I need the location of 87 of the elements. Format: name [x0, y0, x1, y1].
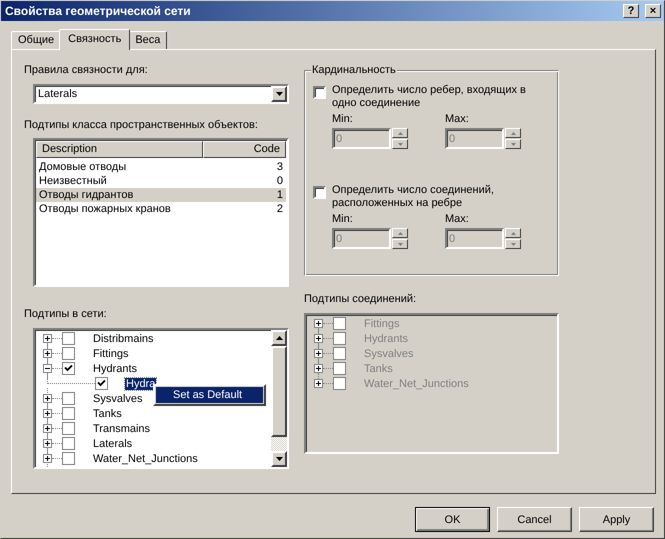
- tab[interactable]: Связность: [59, 29, 130, 50]
- down-arrow-icon: [510, 142, 516, 146]
- expand-icon[interactable]: [43, 349, 52, 358]
- scroll-thumb[interactable]: [271, 346, 287, 437]
- code-text: 1: [276, 188, 283, 202]
- expand-icon[interactable]: [43, 454, 52, 463]
- tree-item[interactable]: Laterals: [92, 438, 134, 450]
- expand-icon[interactable]: [43, 439, 52, 448]
- down-arrow-icon: [276, 457, 282, 461]
- spin-up-button[interactable]: [392, 128, 408, 138]
- dropdown-button[interactable]: [271, 86, 287, 102]
- expand-icon[interactable]: [43, 424, 52, 433]
- dropdown-value: Laterals: [38, 88, 78, 100]
- field-label: Подтипы соединений:: [304, 293, 418, 306]
- tree-item[interactable]: Fittings: [92, 348, 130, 360]
- description-text: Неизвестный: [39, 174, 108, 188]
- description-text: Отводы гидрантов: [39, 188, 134, 202]
- group-title: Кардинальность: [311, 64, 397, 77]
- expand-icon[interactable]: [43, 394, 52, 403]
- spin-down-button[interactable]: [505, 239, 521, 249]
- field-label: Max:: [445, 213, 470, 226]
- close-button[interactable]: ×: [645, 4, 661, 18]
- checkbox[interactable]: [62, 452, 75, 465]
- expand-icon[interactable]: [43, 409, 52, 418]
- checkbox[interactable]: [95, 377, 108, 390]
- checkbox-label: Определить число соединений, расположенных на ребре: [332, 184, 495, 210]
- field-label: Min:: [332, 113, 354, 126]
- down-arrow-icon: [510, 242, 516, 246]
- up-arrow-icon: [398, 132, 402, 134]
- description-text: Домовые отводы: [39, 160, 128, 174]
- tree-item[interactable]: Transmains: [92, 422, 152, 434]
- spin-up-button[interactable]: [505, 228, 521, 238]
- menu-item[interactable]: Set as Default: [156, 387, 263, 403]
- checkbox-label: Определить число ребер, входящих в одно соединение: [332, 84, 527, 110]
- dialog-button[interactable]: Cancel: [497, 507, 572, 532]
- tree-item[interactable]: Hydrants: [92, 362, 138, 374]
- spin-down-button[interactable]: [392, 139, 408, 149]
- spin-up-button[interactable]: [392, 228, 408, 238]
- up-arrow-icon: [510, 232, 516, 234]
- expand-icon[interactable]: [43, 334, 52, 343]
- code-text: 0: [276, 174, 283, 188]
- list-row[interactable]: Домовые отводы 3: [36, 160, 286, 174]
- dialog-button[interactable]: Apply: [579, 507, 654, 532]
- checkbox[interactable]: [62, 392, 75, 405]
- window-title: Свойства геометрической сети: [5, 4, 192, 18]
- spin-up-button[interactable]: [505, 128, 521, 138]
- up-arrow-icon: [510, 132, 516, 134]
- tree-item[interactable]: Tanks: [92, 408, 123, 420]
- checkbox[interactable]: [62, 332, 75, 345]
- collapse-icon[interactable]: [43, 364, 52, 373]
- scroll-up-button[interactable]: [271, 330, 287, 346]
- list-row[interactable]: Неизвестный 0: [36, 174, 286, 188]
- checkbox[interactable]: [62, 437, 75, 450]
- scroll-track[interactable]: [271, 437, 287, 451]
- list-row[interactable]: Отводы пожарных кранов 2: [36, 202, 286, 216]
- column-header[interactable]: Description: [36, 141, 203, 158]
- up-arrow-icon: [276, 336, 282, 340]
- dropdown[interactable]: Laterals: [33, 84, 289, 104]
- help-button[interactable]: ?: [623, 4, 639, 18]
- down-arrow-icon: [398, 142, 402, 146]
- checkbox[interactable]: [62, 407, 75, 420]
- list-row[interactable]: Отводы гидрантов 1: [36, 188, 286, 202]
- field-label: Правила связности для:: [24, 64, 149, 77]
- description-text: Отводы пожарных кранов: [39, 202, 172, 216]
- scrollbar[interactable]: [271, 330, 287, 467]
- tree-item[interactable]: Sysvalves: [92, 392, 144, 404]
- checkbox[interactable]: [62, 362, 75, 375]
- code-text: 3: [276, 160, 283, 174]
- checkbox[interactable]: [62, 347, 75, 360]
- caret-icon: [276, 92, 282, 96]
- tab[interactable]: Общие: [11, 31, 62, 49]
- up-arrow-icon: [398, 232, 402, 234]
- tree-item[interactable]: Water_Net_Junctions: [92, 452, 199, 464]
- checkbox[interactable]: [62, 422, 75, 435]
- spin-down-button[interactable]: [505, 139, 521, 149]
- scroll-down-button[interactable]: [271, 451, 287, 467]
- spin-down-button[interactable]: [392, 239, 408, 249]
- field-label: Max:: [445, 113, 470, 126]
- tree-item[interactable]: Distribmains: [92, 332, 155, 344]
- tab[interactable]: Веса: [128, 31, 168, 49]
- field-label: Min:: [332, 213, 354, 226]
- field-label: Подтипы в сети:: [24, 308, 108, 321]
- dialog-button[interactable]: OK: [415, 507, 490, 532]
- field-label: Подтипы класса пространственных объектов:: [24, 119, 259, 132]
- column-header[interactable]: Code: [203, 141, 286, 158]
- code-text: 2: [276, 202, 283, 216]
- down-arrow-icon: [398, 242, 402, 246]
